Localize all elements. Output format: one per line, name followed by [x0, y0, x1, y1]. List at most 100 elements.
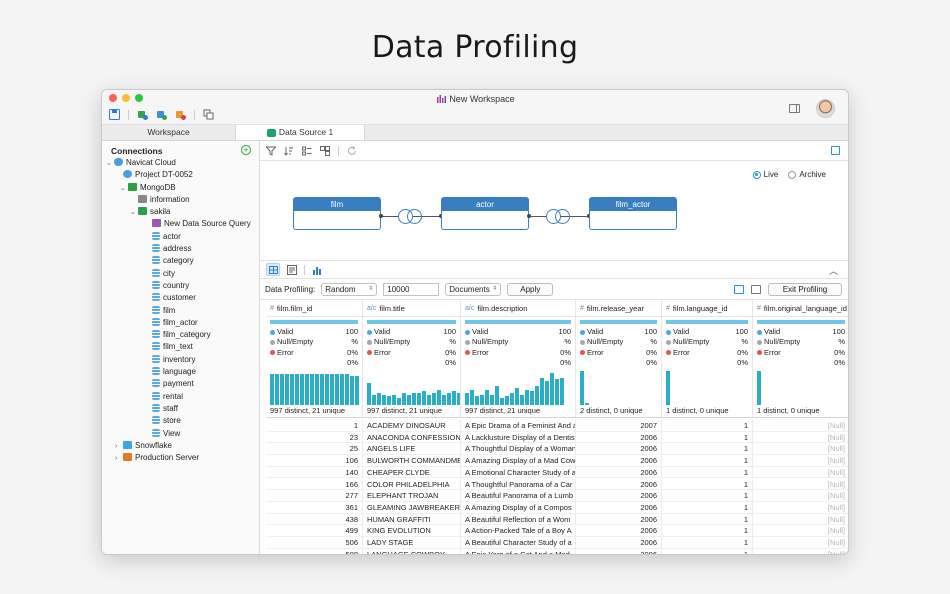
table-cell[interactable]: 2006 [576, 501, 662, 514]
sidebar-item-film-category[interactable]: film_category [102, 329, 259, 341]
sidebar-item-payment[interactable]: payment [102, 378, 259, 390]
table-cell[interactable]: A Epic Yarn of a Cat And a Mad [461, 548, 576, 554]
table-cell[interactable]: [Null] [753, 490, 848, 502]
table-cell[interactable]: [Null] [753, 479, 848, 491]
layout-top-icon[interactable] [734, 285, 744, 294]
sidebar-item-snowflake[interactable]: › Snowflake [102, 440, 259, 452]
sidebar-item-view[interactable]: View [102, 428, 259, 440]
sidebar-item-address[interactable]: address [102, 243, 259, 255]
column-header[interactable]: a/c film.title [363, 300, 461, 317]
diagram-node-film[interactable]: film [293, 197, 381, 230]
sidebar-item-film[interactable]: film [102, 305, 259, 317]
column-header[interactable]: # film.original_language_id [753, 300, 848, 317]
new-query-icon[interactable] [175, 109, 186, 120]
table-cell[interactable]: 166 [266, 478, 363, 491]
sort-icon[interactable] [284, 146, 294, 156]
exit-profiling-button[interactable]: Exit Profiling [768, 283, 842, 296]
table-row[interactable]: 499 KING EVOLUTION A Action-Packed Tale of… [266, 525, 848, 537]
save-icon[interactable] [109, 109, 120, 120]
table-cell[interactable]: 2006 [576, 525, 662, 537]
grid-view-button[interactable] [266, 263, 280, 276]
table-cell[interactable]: 361 [266, 501, 363, 514]
sidebar-item-category[interactable]: category [102, 255, 259, 267]
diagram-node-actor[interactable]: actor [441, 197, 529, 230]
layout-bottom-icon[interactable] [751, 285, 761, 294]
table-row[interactable]: 361 GLEAMING JAWBREAKER A Amazing Display … [266, 501, 848, 514]
table-cell[interactable]: COLOR PHILADELPHIA [363, 478, 461, 491]
table-cell[interactable]: 2006 [576, 537, 662, 549]
filter-icon[interactable] [266, 146, 276, 156]
table-cell[interactable]: 1 [662, 455, 753, 467]
table-cell[interactable]: LANGUAGE COWBOY [363, 548, 461, 554]
add-connection-button[interactable]: + [241, 145, 251, 155]
sidebar-item-actor[interactable]: actor [102, 231, 259, 243]
table-cell[interactable]: A Epic Drama of a Feminist And a [461, 420, 576, 432]
table-cell[interactable]: [Null] [753, 420, 848, 432]
table-cell[interactable]: 2006 [576, 466, 662, 479]
sidebar-item-information[interactable]: information [102, 194, 259, 206]
table-cell[interactable]: A Beautiful Reflection of a Wom [461, 513, 576, 526]
sidebar-item-rental[interactable]: rental [102, 391, 259, 403]
table-cell[interactable]: 1 [662, 478, 753, 491]
column-header[interactable]: # film.film_id [266, 300, 363, 317]
table-cell[interactable]: 2006 [576, 513, 662, 526]
table-cell[interactable]: 277 [266, 490, 363, 502]
table-cell[interactable]: A Emotional Character Study of a [461, 466, 576, 479]
table-row[interactable]: 140 CHEAPER CLYDE A Emotional Character St… [266, 466, 848, 479]
table-cell[interactable]: 2006 [576, 455, 662, 467]
table-row[interactable]: 1 ACADEMY DINOSAUR A Epic Drama of a Femin… [266, 420, 848, 432]
table-cell[interactable]: 1 [266, 420, 363, 432]
table-cell[interactable]: 2006 [576, 548, 662, 554]
table-cell[interactable]: 2006 [576, 431, 662, 444]
table-cell[interactable]: [Null] [753, 502, 848, 514]
tab-data-source-1[interactable]: Data Source 1 [236, 125, 365, 140]
table-cell[interactable]: 509 [266, 548, 363, 554]
fullscreen-icon[interactable] [831, 146, 840, 155]
table-cell[interactable]: [Null] [753, 525, 848, 537]
table-cell[interactable]: A Beautiful Panorama of a Lumb [461, 490, 576, 502]
table-cell[interactable]: 1 [662, 548, 753, 554]
column-header[interactable]: # film.release_year [576, 300, 662, 317]
table-cell[interactable]: A Amazing Display of a Compos [461, 501, 576, 514]
table-cell[interactable]: 1 [662, 525, 753, 537]
table-cell[interactable]: 1 [662, 537, 753, 549]
table-cell[interactable]: A Lacklusture Display of a Dentist [461, 431, 576, 444]
table-cell[interactable]: 499 [266, 525, 363, 537]
table-cell[interactable]: LADY STAGE [363, 537, 461, 549]
table-row[interactable]: 277 ELEPHANT TROJAN A Beautiful Panorama o… [266, 490, 848, 502]
table-cell[interactable]: 106 [266, 455, 363, 467]
form-view-icon[interactable] [287, 264, 297, 275]
profiling-chart-icon[interactable] [312, 265, 322, 275]
table-cell[interactable]: A Thoughtful Display of a Woman [461, 443, 576, 456]
new-data-source-icon[interactable] [137, 109, 148, 120]
join-icon[interactable] [398, 209, 424, 224]
table-cell[interactable]: HUMAN GRAFFITI [363, 513, 461, 526]
column-header[interactable]: # film.language_id [662, 300, 753, 317]
sidebar-item-production-server[interactable]: › Production Server [102, 452, 259, 464]
diagram-node-film-actor[interactable]: film_actor [589, 197, 677, 230]
table-cell[interactable]: ELEPHANT TROJAN [363, 490, 461, 502]
table-cell[interactable]: 140 [266, 466, 363, 479]
table-row[interactable]: 438 HUMAN GRAFFITI A Beautiful Reflection … [266, 513, 848, 526]
target-select[interactable]: Documents ⇳ [445, 282, 502, 296]
table-cell[interactable]: 1 [662, 501, 753, 514]
table-cell[interactable]: 1 [662, 490, 753, 502]
limit-input[interactable]: 10000 [383, 282, 440, 296]
table-cell[interactable]: ANGELS LIFE [363, 443, 461, 456]
sidebar-item-country[interactable]: country [102, 280, 259, 292]
sidebar-item-sakila[interactable]: ⌄ sakila [102, 206, 259, 218]
collapse-icon[interactable]: ︿ [829, 264, 838, 277]
table-cell[interactable]: ACADEMY DINOSAUR [363, 420, 461, 432]
sidebar-item-navicat-cloud[interactable]: ⌄ Navicat Cloud [102, 157, 259, 169]
table-cell[interactable]: 23 [266, 431, 363, 444]
sidebar-item-customer[interactable]: customer [102, 292, 259, 304]
table-cell[interactable]: 2006 [576, 490, 662, 502]
table-cell[interactable]: CHEAPER CLYDE [363, 466, 461, 479]
sidebar-item-film-actor[interactable]: film_actor [102, 317, 259, 329]
table-cell[interactable]: 1 [662, 513, 753, 526]
table-cell[interactable]: ANACONDA CONFESSIONS [363, 431, 461, 444]
table-cell[interactable]: A Beautiful Character Study of a [461, 537, 576, 549]
table-cell[interactable]: 25 [266, 443, 363, 456]
table-cell[interactable]: [Null] [753, 432, 848, 444]
table-cell[interactable]: [Null] [753, 537, 848, 549]
